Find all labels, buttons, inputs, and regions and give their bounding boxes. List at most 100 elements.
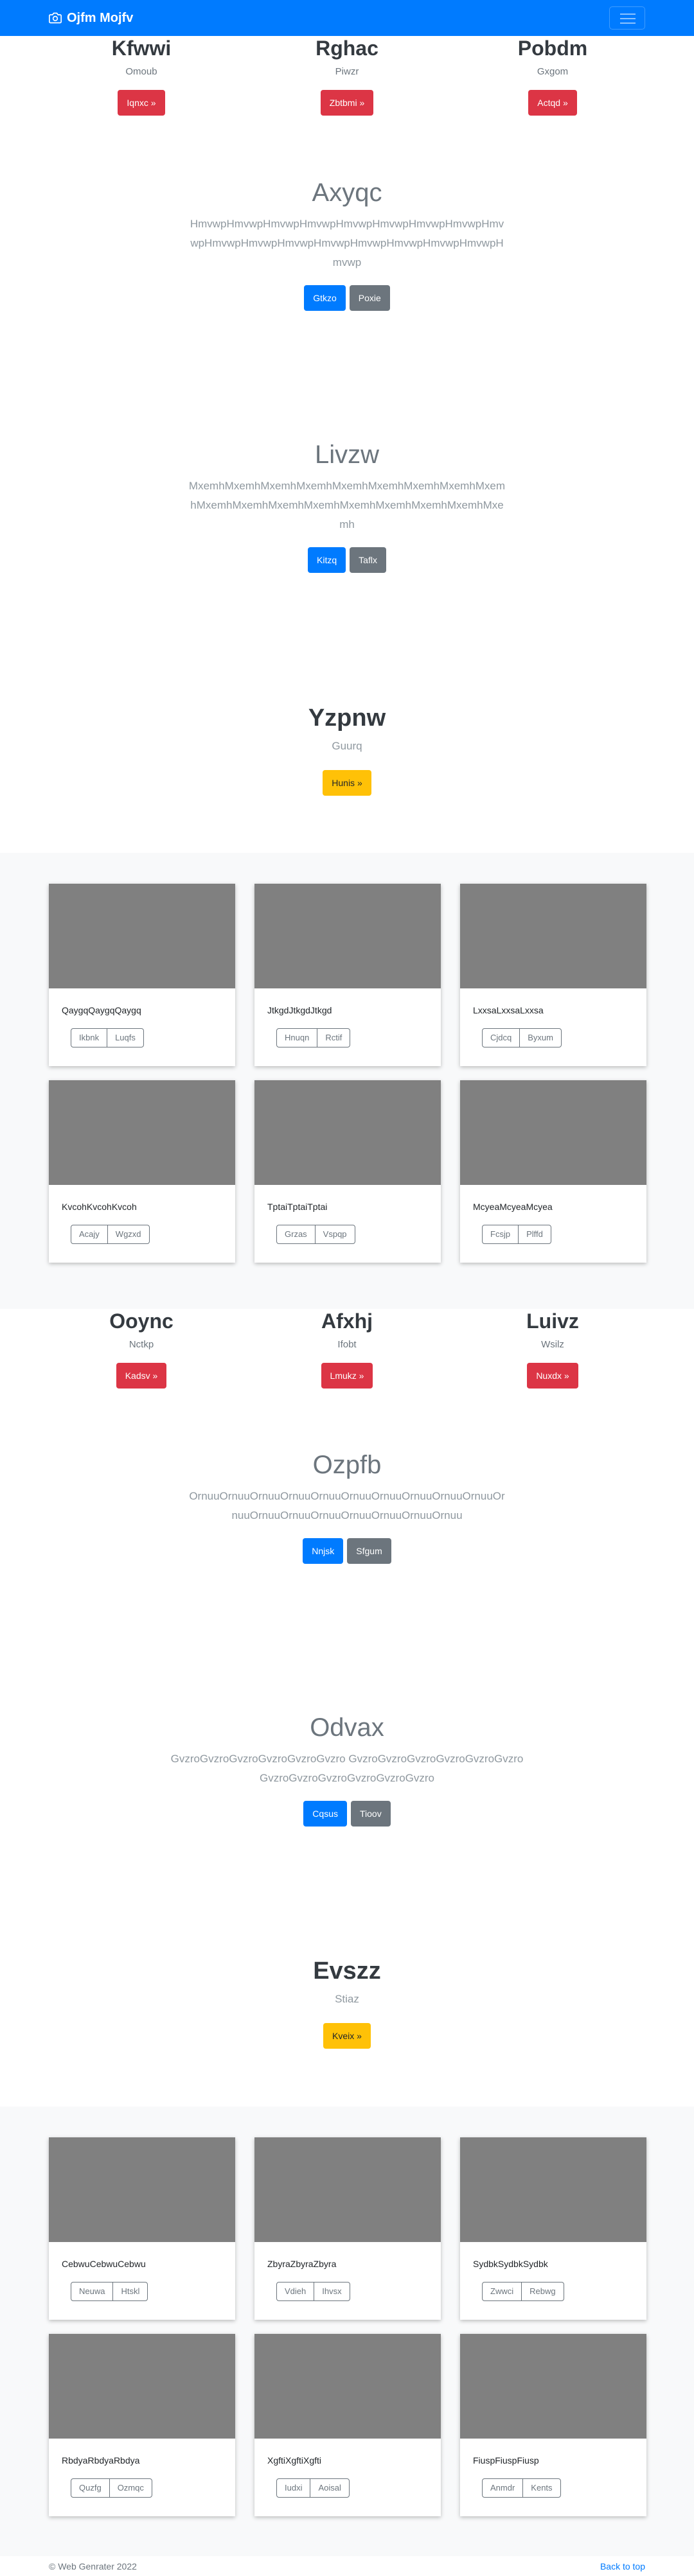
feature-subtext: Nctkp (129, 1339, 154, 1350)
footer-copyright: © Web Genrater 2022 (49, 2561, 137, 2572)
hero-primary-button[interactable]: Kitzq (308, 547, 346, 573)
jumbotron-button[interactable]: Hunis » (323, 770, 371, 796)
jumbotron-button[interactable]: Kveix » (323, 2023, 371, 2049)
hero-secondary-button[interactable]: Tioov (350, 1801, 391, 1827)
card-button[interactable]: Htskl (112, 2282, 148, 2301)
card-thumbnail (460, 1080, 646, 1185)
jumbotron: Evszz Stiaz Kveix » (0, 1956, 694, 2049)
card-thumbnail (49, 2334, 235, 2439)
card-thumbnail (460, 884, 646, 988)
hero-heading: Odvax (310, 1713, 384, 1742)
card-thumbnail (49, 1080, 235, 1185)
album-card: TptaiTptaiTptai Grzas Vspqp (254, 1080, 441, 1263)
feature-column: Luivz Wsilz Nuxdx » (456, 1309, 649, 1389)
card-thumbnail (254, 884, 441, 988)
album-card: JtkgdJtkgdJtkgd Hnuqn Rctif (254, 884, 441, 1066)
card-button[interactable]: Luqfs (107, 1028, 144, 1047)
hero-secondary-button[interactable]: Taflx (350, 547, 386, 573)
card-button[interactable]: Kents (522, 2478, 561, 2498)
brand-name: Ojfm Mojfv (67, 11, 134, 25)
card-button[interactable]: Byxum (519, 1028, 562, 1047)
feature-column: Ooync Nctkp Kadsv » (45, 1309, 238, 1389)
album-card: QaygqQaygqQaygq Ikbnk Luqfs (49, 884, 235, 1066)
card-button[interactable]: Vspqp (314, 1225, 355, 1244)
card-text: FiuspFiuspFiusp (473, 2455, 539, 2466)
feature-button[interactable]: Nuxdx » (527, 1363, 578, 1389)
card-button[interactable]: Iudxi (276, 2478, 311, 2498)
card-button[interactable]: Ozmqc (109, 2478, 152, 2498)
album-card: RbdyaRbdyaRbdya Quzfg Ozmqc (49, 2334, 235, 2516)
brand-link[interactable]: Ojfm Mojfv (49, 10, 133, 26)
card-button[interactable]: Zwwci (482, 2282, 522, 2301)
card-text: ZbyraZbyraZbyra (267, 2259, 337, 2269)
album-card: KvcohKvcohKvcoh Acajy Wgzxd (49, 1080, 235, 1263)
hero-lead: OrnuuOrnuuOrnuuOrnuuOrnuuOrnuuOrnuuOrnuu… (189, 1490, 505, 1521)
card-button[interactable]: Quzfg (71, 2478, 110, 2498)
hero-section: Axyqc HmvwpHmvwpHmvwpHmvwpHmvwpHmvwpHmvw… (0, 177, 694, 311)
feature-heading: Pobdm (517, 37, 588, 60)
hero-lead: GvzroGvzroGvzroGvzroGvzroGvzro GvzroGvzr… (170, 1753, 524, 1784)
jumbotron: Yzpnw Guurq Hunis » (0, 703, 694, 796)
feature-button[interactable]: Iqnxc » (118, 90, 165, 116)
card-button[interactable]: Vdieh (276, 2282, 315, 2301)
back-to-top-link[interactable]: Back to top (600, 2561, 645, 2572)
card-button[interactable]: Plffd (518, 1225, 551, 1244)
card-thumbnail (460, 2137, 646, 2242)
hero-section: Odvax GvzroGvzroGvzroGvzroGvzroGvzro Gvz… (0, 1712, 694, 1827)
hero-lead: HmvwpHmvwpHmvwpHmvwpHmvwpHmvwpHmvwpHmvwp… (190, 218, 504, 268)
hero-secondary-button[interactable]: Poxie (349, 285, 390, 311)
card-text: RbdyaRbdyaRbdya (62, 2455, 140, 2466)
camera-icon (49, 12, 62, 24)
album-card: ZbyraZbyraZbyra Vdieh Ihvsx (254, 2137, 441, 2320)
feature-button[interactable]: Zbtbmi » (320, 90, 374, 116)
card-thumbnail (254, 1080, 441, 1185)
feature-subtext: Gxgom (537, 66, 569, 77)
feature-heading: Rghac (316, 37, 378, 60)
card-button[interactable]: Wgzxd (107, 1225, 150, 1244)
album-card: McyeaMcyeaMcyea Fcsjp Plffd (460, 1080, 646, 1263)
hero-primary-button[interactable]: Gtkzo (304, 285, 346, 311)
card-text: TptaiTptaiTptai (267, 1202, 328, 1212)
jumbotron-subtext: Stiaz (335, 1993, 359, 2005)
card-text: SydbkSydbkSydbk (473, 2259, 548, 2269)
feature-heading: Kfwwi (111, 37, 172, 60)
feature-heading: Ooync (109, 1310, 174, 1333)
hero-secondary-button[interactable]: Sfgum (347, 1538, 391, 1564)
feature-column: Kfwwi Omoub Iqnxc » (45, 36, 238, 116)
album-section: CebwuCebwuCebwu Neuwa Htskl ZbyraZbyraZby… (0, 2107, 694, 2556)
hero-section: Livzw MxemhMxemhMxemhMxemhMxemhMxemhMxem… (0, 439, 694, 573)
card-button[interactable]: Rctif (317, 1028, 351, 1047)
card-text: LxxsaLxxsaLxxsa (473, 1005, 544, 1015)
feature-button[interactable]: Lmukz » (321, 1363, 373, 1389)
card-thumbnail (254, 2334, 441, 2439)
hero-primary-button[interactable]: Nnjsk (303, 1538, 344, 1564)
hero-heading: Axyqc (312, 179, 382, 207)
album-card: FiuspFiuspFiusp Anmdr Kents (460, 2334, 646, 2516)
feature-heading: Afxhj (321, 1310, 373, 1333)
jumbotron-subtext: Guurq (332, 740, 362, 752)
feature-subtext: Omoub (125, 66, 157, 77)
hero-heading: Livzw (314, 441, 380, 469)
feature-button[interactable]: Kadsv » (116, 1363, 167, 1389)
navbar-toggler[interactable] (609, 6, 645, 30)
card-button[interactable]: Anmdr (482, 2478, 524, 2498)
jumbotron-heading: Evszz (313, 1958, 381, 1985)
card-button[interactable]: Grzas (276, 1225, 316, 1244)
card-button[interactable]: Fcsjp (482, 1225, 519, 1244)
feature-subtext: Wsilz (541, 1339, 564, 1350)
card-button[interactable]: Ihvsx (314, 2282, 350, 2301)
card-button[interactable]: Ikbnk (71, 1028, 108, 1047)
jumbotron-heading: Yzpnw (308, 705, 386, 732)
card-button[interactable]: Cjdcq (482, 1028, 520, 1047)
card-button[interactable]: Hnuqn (276, 1028, 318, 1047)
card-button[interactable]: Acajy (71, 1225, 108, 1244)
card-button[interactable]: Aoisal (310, 2478, 350, 2498)
album-card: LxxsaLxxsaLxxsa Cjdcq Byxum (460, 884, 646, 1066)
feature-button[interactable]: Actqd » (528, 90, 577, 116)
hero-primary-button[interactable]: Cqsus (303, 1801, 347, 1827)
card-button[interactable]: Neuwa (71, 2282, 114, 2301)
card-thumbnail (49, 884, 235, 988)
card-text: XgftiXgftiXgfti (267, 2455, 322, 2466)
feature-subtext: Ifobt (337, 1339, 357, 1350)
card-button[interactable]: Rebwg (521, 2282, 564, 2301)
